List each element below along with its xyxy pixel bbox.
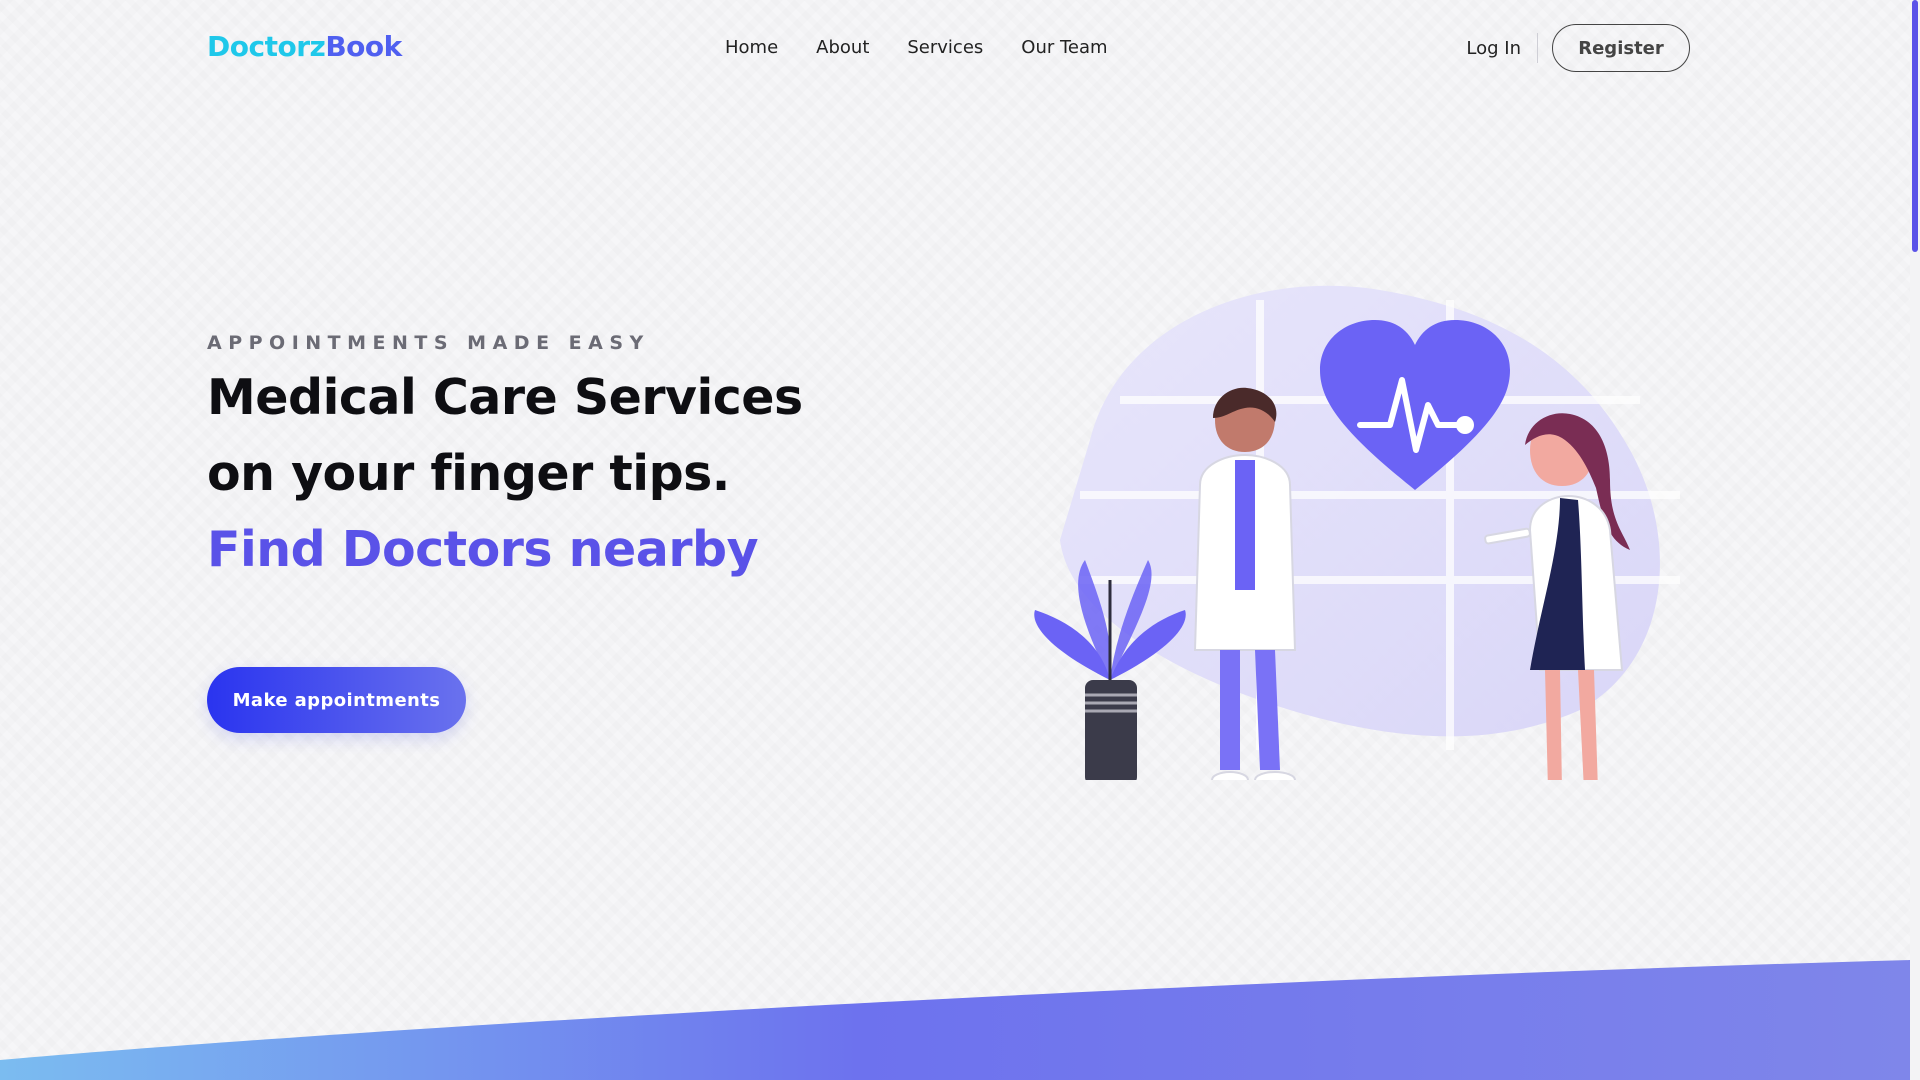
hero-title-line1: Medical Care Services (207, 369, 803, 426)
hero-illustration (1020, 280, 1720, 822)
nav-item-services[interactable]: Services (907, 37, 983, 58)
login-link[interactable]: Log In (1466, 38, 1537, 59)
brand-logo-part-b: Book (325, 30, 402, 63)
nav-item-our-team[interactable]: Our Team (1021, 37, 1107, 58)
main-nav: Home About Services Our Team (725, 37, 1108, 58)
register-button[interactable]: Register (1552, 24, 1690, 72)
hero-title-accent: Find Doctors nearby (207, 521, 759, 578)
nav-item-about[interactable]: About (816, 37, 869, 58)
hero-title-line2: on your finger tips. (207, 445, 730, 502)
auth-divider (1537, 33, 1538, 63)
site-header: DoctorzBook Home About Services Our Team… (0, 0, 1910, 100)
vertical-scrollbar[interactable] (1910, 0, 1920, 1080)
doctors-illustration (1034, 285, 1680, 822)
hero-eyebrow: APPOINTMENTS MADE EASY (207, 332, 650, 354)
brand-logo-part-a: Doctorz (207, 30, 326, 63)
scrollbar-thumb[interactable] (1912, 0, 1918, 252)
auth-controls: Log In Register (1466, 24, 1690, 72)
nav-item-home[interactable]: Home (725, 37, 778, 58)
brand-logo[interactable]: DoctorzBook (207, 30, 402, 63)
make-appointments-button[interactable]: Make appointments (207, 667, 466, 733)
hero-headline: Medical Care Services on your finger tip… (207, 360, 803, 588)
bottom-wave-decoration (0, 960, 1910, 1080)
